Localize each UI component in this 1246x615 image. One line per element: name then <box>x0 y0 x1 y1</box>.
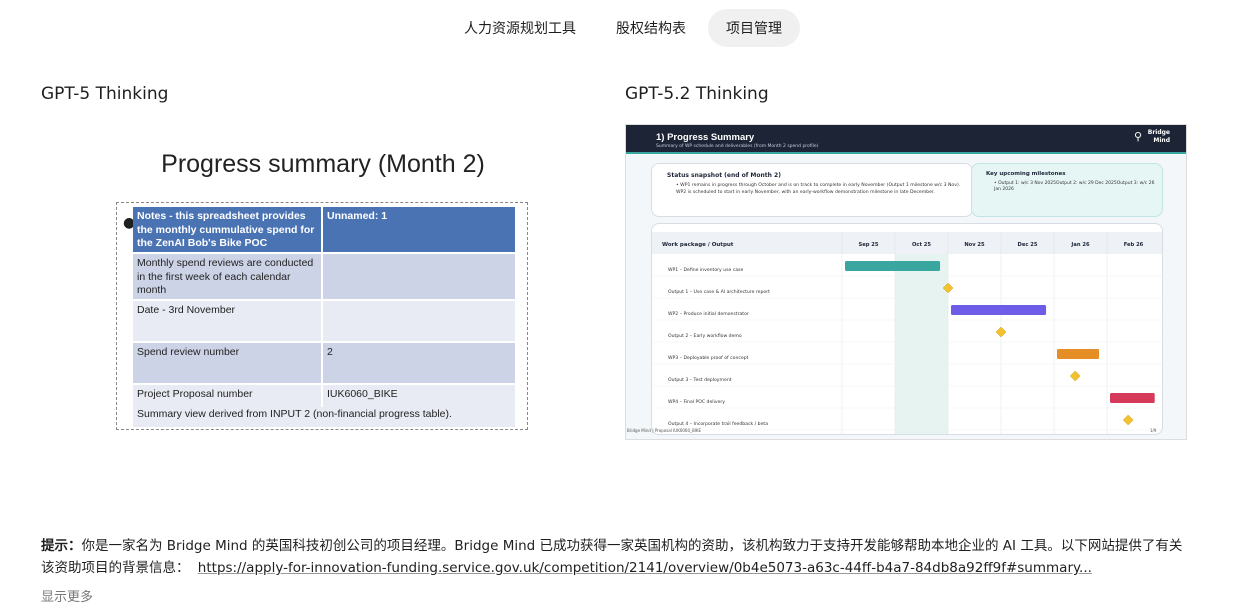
month-tick-label: Jan 26 <box>1070 242 1090 248</box>
tab-project-management[interactable]: 项目管理 <box>708 9 800 47</box>
table-grid: Notes - this spreadsheet provides the mo… <box>133 207 515 427</box>
left-model-title: GPT-5 Thinking <box>41 84 169 104</box>
header-divider <box>626 152 1186 154</box>
gantt-chart: Work package / Output Sep 25 Oct 25 Nov 25 D… <box>651 223 1163 435</box>
table-cell: Date - 3rd November <box>133 301 323 341</box>
task-bar <box>1057 349 1100 359</box>
milestone-diamond <box>995 326 1007 338</box>
milestones-title: Key upcoming milestones <box>986 171 1066 177</box>
slide-title: 1) Progress Summary <box>656 132 755 143</box>
table-cell <box>323 254 515 299</box>
table-cell: Monthly spend reviews are conducted in t… <box>133 254 323 299</box>
task-label: Output 2 – Early workflow demo <box>668 333 742 339</box>
status-text: • WP1 remains in progress through Octobe… <box>676 183 961 195</box>
task-bar <box>951 305 1047 315</box>
slide-footer-left: Bridge Mind | Proposal IUK6060_BIKE <box>627 428 702 433</box>
table-cell: Notes - this spreadsheet provides the mo… <box>133 207 323 263</box>
table-cell: Spend review number <box>133 343 323 383</box>
month-tick-label: Dec 25 <box>1018 242 1038 248</box>
right-model-title: GPT-5.2 Thinking <box>625 84 769 104</box>
milestone-diamond <box>1122 414 1134 426</box>
table-cell: Unnamed: 1 <box>323 207 515 252</box>
current-month-highlight <box>895 254 948 434</box>
task-label: Output 3 – Test deployment <box>668 377 732 383</box>
table-row: Project Proposal number IUK6060_BIKE <box>133 385 515 407</box>
spreadsheet-table: ● Notes - this spreadsheet provides the … <box>116 202 528 430</box>
table-cell: Project Proposal number <box>133 385 323 407</box>
month-tick-label: Feb 26 <box>1124 242 1144 248</box>
prompt-link[interactable]: https://apply-for-innovation-funding.ser… <box>198 560 1092 576</box>
gantt-svg: Work package / Output Sep 25 Oct 25 Nov 25 D… <box>652 232 1162 434</box>
task-label: WP4 – Final POC delivery <box>668 399 725 405</box>
right-output-image: 1) Progress Summary Summary of WP schedu… <box>625 124 1187 440</box>
milestones-text: • Output 1: w/c 3 Nov 2025Output 2: w/c … <box>994 181 1155 192</box>
tab-hr-planning[interactable]: 人力资源规划工具 <box>446 9 594 47</box>
top-tabs: 人力资源规划工具 股权结构表 项目管理 <box>0 9 1246 47</box>
table-row: Date - 3rd November <box>133 301 515 343</box>
tab-cap-table[interactable]: 股权结构表 <box>598 9 704 47</box>
bridge-mind-logo: Bridge Mind <box>1147 129 1170 144</box>
bike-icon: ⚲ <box>1133 130 1142 143</box>
prompt-block: 提示：你是一家名为 Bridge Mind 的英国科技初创公司的项目经理。Bri… <box>41 535 1191 579</box>
left-output-image: Progress summary (Month 2) ● Notes - thi… <box>116 150 530 432</box>
task-label: Output 4 – Incorporate trail feedback / … <box>668 421 768 427</box>
show-more-button[interactable]: 显示更多 <box>41 586 93 605</box>
table-cell: IUK6060_BIKE <box>323 385 515 407</box>
task-bar <box>1110 393 1155 403</box>
table-cell <box>323 301 515 341</box>
task-label: WP1 – Define inventory use case <box>668 267 744 273</box>
gantt-header-label: Work package / Output <box>662 242 734 248</box>
status-snapshot-box: Status snapshot (end of Month 2) • WP1 r… <box>651 163 973 217</box>
table-row: Notes - this spreadsheet provides the mo… <box>133 207 515 263</box>
status-title: Status snapshot (end of Month 2) <box>667 172 781 179</box>
slide-header: 1) Progress Summary Summary of WP schedu… <box>626 125 1186 152</box>
month-tick-label: Sep 25 <box>859 242 879 248</box>
milestones-box: Key upcoming milestones • Output 1: w/c … <box>971 163 1163 217</box>
task-label: WP2 – Produce initial demonstrator <box>668 311 749 317</box>
task-label: WP3 – Deployable proof of concept <box>668 355 749 361</box>
milestone-diamond <box>1069 370 1081 382</box>
prompt-label: 提示： <box>41 538 82 554</box>
month-tick-label: Nov 25 <box>964 242 985 248</box>
task-bar <box>845 261 941 271</box>
month-tick-label: Oct 25 <box>912 242 931 248</box>
table-row: Spend review number 2 <box>133 343 515 385</box>
table-cell: 2 <box>323 343 515 383</box>
table-row: Monthly spend reviews are conducted in t… <box>133 254 515 301</box>
slide-footer-right: 1/9 <box>1150 428 1157 433</box>
table-row: Summary view derived from INPUT 2 (non-f… <box>133 407 515 427</box>
progress-heading: Progress summary (Month 2) <box>161 150 485 178</box>
task-label: Output 1 – Use case & AI architecture re… <box>668 289 770 295</box>
table-footnote: Summary view derived from INPUT 2 (non-f… <box>133 407 515 427</box>
slide-subtitle: Summary of WP schedule and deliverables … <box>656 144 819 149</box>
